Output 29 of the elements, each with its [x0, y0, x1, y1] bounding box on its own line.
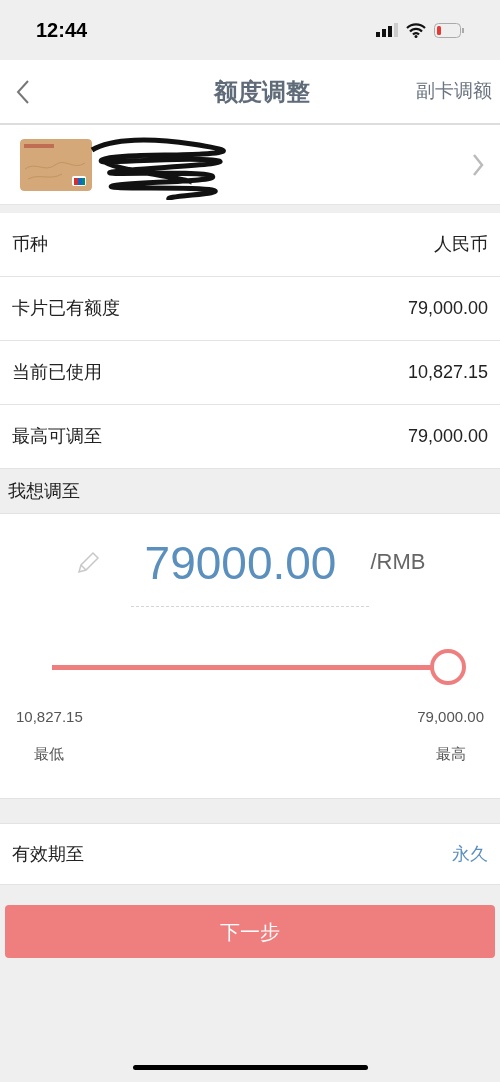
section-heading: 我想调至: [8, 479, 80, 503]
card-row[interactable]: [0, 125, 500, 205]
supplementary-card-link[interactable]: 副卡调额: [416, 77, 492, 106]
row-label: 币种: [12, 233, 48, 256]
next-button[interactable]: 下一步: [5, 905, 495, 958]
validity-row[interactable]: 有效期至 永久: [0, 823, 500, 885]
row-label: 当前已使用: [12, 361, 102, 384]
battery-icon: [434, 22, 464, 38]
wifi-icon: [406, 22, 426, 38]
row-label: 最高可调至: [12, 425, 102, 448]
row-value: 79,000.00: [407, 425, 488, 448]
chevron-right-icon: [472, 152, 484, 177]
row-value: 人民币: [434, 233, 488, 256]
signal-icon: [376, 23, 398, 37]
row-value: 79,000.00: [407, 297, 488, 320]
currency-unit: /RMB: [370, 548, 426, 576]
row-label: 卡片已有额度: [12, 297, 120, 320]
max-value: 79,000.00: [417, 707, 484, 727]
row-value: 10,827.15: [407, 361, 488, 384]
min-value: 10,827.15: [16, 707, 83, 727]
validity-value: 永久: [452, 842, 488, 866]
min-label: 最低: [34, 743, 65, 764]
max-label: 最高: [435, 743, 466, 764]
status-time: 12:44: [36, 18, 88, 43]
validity-label: 有效期至: [12, 842, 84, 866]
back-icon: [16, 78, 30, 105]
page-title: 额度调整: [214, 76, 310, 107]
slider-thumb[interactable]: [430, 649, 466, 685]
amount-field[interactable]: 79000.00: [144, 540, 337, 586]
